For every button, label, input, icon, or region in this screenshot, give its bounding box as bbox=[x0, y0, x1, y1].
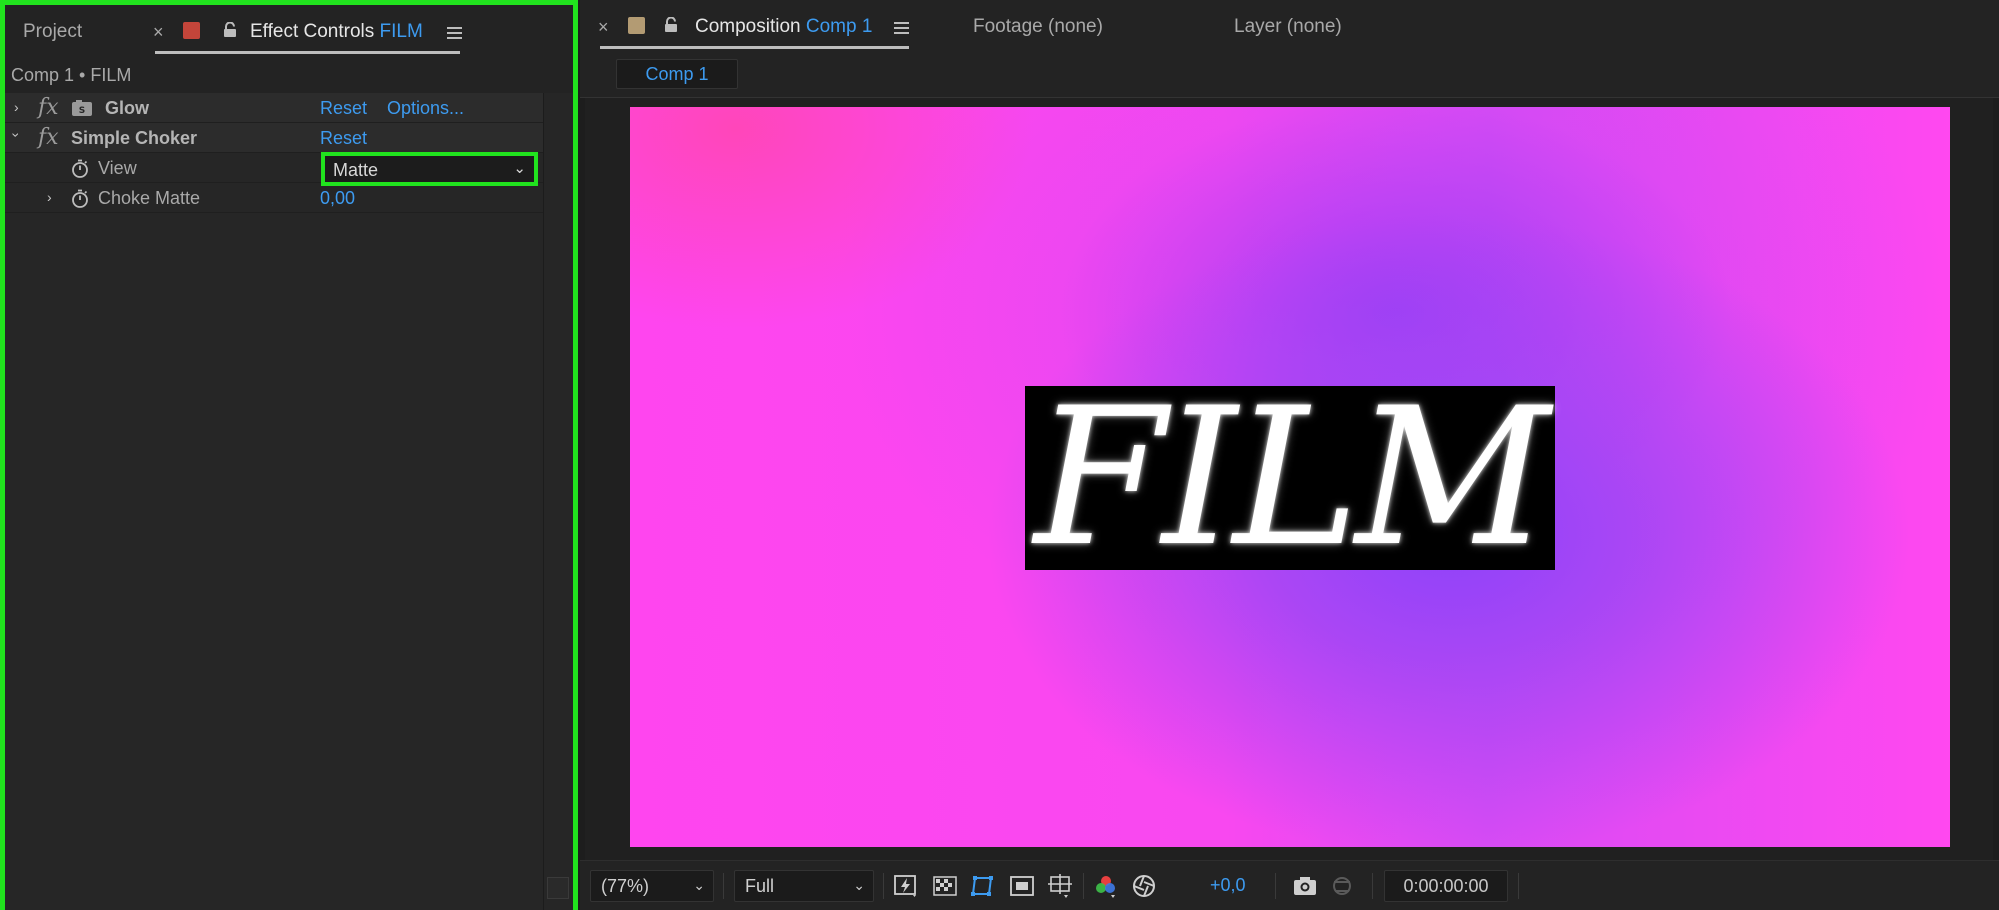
glow-plugin-icon: S bbox=[72, 100, 92, 116]
left-panel-tab-bar: Project × Effect Controls FILM bbox=[5, 5, 573, 57]
chevron-down-icon: ⌄ bbox=[693, 877, 705, 893]
effects-list: › fx S Glow Reset Options... › fx Simple… bbox=[5, 93, 543, 910]
close-icon[interactable]: × bbox=[598, 17, 609, 38]
effect-controls-panel: Project × Effect Controls FILM Comp 1 • … bbox=[0, 0, 578, 910]
stopwatch-icon[interactable] bbox=[71, 159, 89, 178]
guides-icon[interactable] bbox=[1047, 873, 1073, 899]
panel-menu-icon[interactable] bbox=[894, 22, 909, 35]
tab-effect-controls-label: Effect Controls bbox=[250, 21, 375, 42]
lock-icon[interactable] bbox=[664, 17, 678, 33]
scrollbar-corner bbox=[547, 877, 569, 899]
exposure-value[interactable]: +0,0 bbox=[1210, 875, 1246, 896]
tab-composition[interactable]: Composition Comp 1 bbox=[695, 16, 872, 38]
composition-canvas[interactable]: FILM bbox=[630, 107, 1950, 847]
fx-icon[interactable]: fx bbox=[38, 95, 59, 120]
property-label-view: View bbox=[98, 158, 137, 178]
tab-layer[interactable]: Layer (none) bbox=[1234, 16, 1342, 38]
color-channel-icon[interactable] bbox=[1093, 873, 1119, 899]
vertical-scrollbar[interactable] bbox=[543, 93, 573, 910]
toolbar-divider bbox=[1083, 873, 1084, 899]
toolbar-divider bbox=[1372, 873, 1373, 899]
mask-visibility-icon[interactable] bbox=[970, 873, 996, 899]
color-management-icon[interactable] bbox=[1131, 873, 1157, 899]
chevron-down-icon[interactable]: › bbox=[8, 133, 24, 138]
snapshot-icon[interactable] bbox=[1292, 873, 1318, 899]
viewer-toolbar: (77%) ⌄ Full ⌄ +0,0 0:00:00:00 bbox=[580, 860, 1999, 910]
composition-viewer[interactable]: FILM bbox=[585, 98, 1993, 860]
chevron-right-icon[interactable]: › bbox=[47, 189, 52, 205]
panel-menu-icon[interactable] bbox=[447, 27, 462, 40]
choke-matte-value[interactable]: 0,00 bbox=[320, 188, 355, 209]
tab-project[interactable]: Project bbox=[23, 21, 82, 43]
breadcrumb: Comp 1 • FILM bbox=[11, 65, 132, 85]
magnification-select[interactable]: (77%) ⌄ bbox=[590, 870, 714, 902]
effect-name-glow: Glow bbox=[105, 98, 149, 118]
composition-panel: × Composition Comp 1 Footage (none) Laye… bbox=[580, 0, 1999, 910]
toolbar-divider bbox=[1275, 873, 1276, 899]
resolution-select[interactable]: Full ⌄ bbox=[734, 870, 874, 902]
glow-options-link[interactable]: Options... bbox=[387, 98, 464, 119]
toolbar-divider bbox=[1518, 873, 1519, 899]
toolbar-divider bbox=[723, 873, 724, 899]
simple-choker-reset-link[interactable]: Reset bbox=[320, 128, 367, 149]
magnification-value: (77%) bbox=[601, 876, 650, 896]
close-icon[interactable]: × bbox=[153, 22, 164, 43]
film-text-layer[interactable]: FILM bbox=[1025, 380, 1555, 576]
current-time-display[interactable]: 0:00:00:00 bbox=[1384, 870, 1508, 902]
glow-reset-link[interactable]: Reset bbox=[320, 98, 367, 119]
effect-name-simple-choker: Simple Choker bbox=[71, 128, 198, 148]
property-row-choke-matte: › Choke Matte 0,00 bbox=[5, 183, 543, 213]
stopwatch-icon[interactable] bbox=[71, 189, 89, 208]
active-tab-underline bbox=[600, 46, 909, 49]
tab-composition-label: Composition bbox=[695, 16, 801, 37]
comp-subtab[interactable]: Comp 1 bbox=[616, 59, 738, 89]
tab-effect-controls-layer: FILM bbox=[379, 21, 423, 42]
view-dropdown-value: Matte bbox=[333, 160, 379, 180]
tab-effect-controls[interactable]: Effect Controls FILM bbox=[250, 21, 423, 43]
toolbar-divider bbox=[883, 873, 884, 899]
fast-preview-icon[interactable] bbox=[893, 873, 919, 899]
lock-icon[interactable] bbox=[223, 22, 237, 38]
right-panel-tab-bar: × Composition Comp 1 Footage (none) Laye… bbox=[580, 0, 1999, 52]
svg-text:S: S bbox=[79, 106, 85, 116]
property-label-choke-matte: Choke Matte bbox=[98, 188, 201, 208]
fx-icon[interactable]: fx bbox=[38, 125, 59, 150]
transparency-grid-icon[interactable] bbox=[932, 873, 958, 899]
resolution-value: Full bbox=[745, 876, 775, 896]
tab-composition-name: Comp 1 bbox=[805, 16, 873, 37]
film-title-text: FILM bbox=[1034, 367, 1550, 588]
effect-row-simple-choker[interactable]: › fx Simple Choker Reset bbox=[5, 123, 543, 153]
composition-navigator: Comp 1 bbox=[580, 52, 1999, 98]
effect-row-glow[interactable]: › fx S Glow Reset Options... bbox=[5, 93, 543, 123]
show-snapshot-icon[interactable] bbox=[1329, 873, 1355, 899]
chevron-down-icon: ⌄ bbox=[513, 160, 526, 177]
label-color-swatch[interactable] bbox=[183, 22, 200, 39]
view-dropdown[interactable]: Matte ⌄ bbox=[321, 152, 538, 186]
active-tab-underline bbox=[155, 51, 460, 54]
label-color-swatch[interactable] bbox=[628, 17, 645, 34]
chevron-down-icon: ⌄ bbox=[853, 877, 865, 893]
tab-footage[interactable]: Footage (none) bbox=[973, 16, 1103, 38]
chevron-right-icon[interactable]: › bbox=[14, 99, 19, 115]
region-of-interest-icon[interactable] bbox=[1009, 873, 1035, 899]
